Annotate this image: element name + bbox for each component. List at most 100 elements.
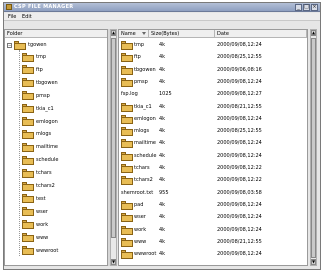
file-row[interactable]: pmsp 4k 2000/09/08,12:24: [119, 77, 307, 88]
folder-icon: [22, 104, 34, 114]
file-name: fsp.log: [121, 91, 138, 98]
file-row[interactable]: wser 4k 2000/09/08,12:24: [119, 212, 307, 223]
tree-node[interactable]: tkia_c1: [22, 103, 54, 115]
tree-node[interactable]: emlogon: [22, 116, 58, 128]
file-list-scrollbar[interactable]: ▲ ▼: [310, 29, 317, 266]
file-name: pad: [134, 201, 144, 208]
tree-scroll-up-button[interactable]: ▲: [111, 30, 116, 36]
tree-node-label: ftp: [36, 66, 43, 73]
folder-icon: [121, 151, 133, 161]
file-size: 4k: [159, 42, 166, 48]
file-date: 2000/09/08,12:24: [217, 214, 262, 221]
file-row[interactable]: tbgowen 4k 2000/09/06,08:16: [119, 65, 307, 76]
file-row[interactable]: www 4k 2000/08/21,12:55: [119, 237, 307, 248]
folder-icon: [22, 91, 34, 101]
file-date: 2000/09/08,12:24: [217, 78, 262, 85]
file-row[interactable]: schedule 4k 2000/09/08,12:24: [119, 151, 307, 162]
file-size: 4k: [159, 165, 166, 171]
file-size: 4k: [159, 78, 166, 85]
folder-icon: [22, 181, 34, 191]
close-button[interactable]: ×: [311, 4, 318, 11]
file-size: 4k: [159, 152, 166, 159]
column-header-date[interactable]: Date: [215, 30, 307, 38]
file-row[interactable]: ftp 4k 2000/08/25,12:55: [119, 52, 307, 63]
folder-icon: [121, 139, 133, 149]
file-name: tchars: [134, 165, 150, 171]
tree-node[interactable]: ftp: [22, 64, 43, 76]
tree-node[interactable]: tmp: [22, 51, 46, 63]
tree-node[interactable]: tchars2: [22, 180, 55, 192]
folder-icon: [22, 207, 34, 217]
tree-node-label: www: [36, 234, 49, 241]
tree-node[interactable]: tbgowen: [22, 77, 58, 89]
file-row[interactable]: tchars 4k 2000/09/08,12:22: [119, 163, 307, 174]
folder-icon: [22, 233, 34, 243]
file-size: 1025: [159, 91, 172, 98]
tree-scroll-thumb[interactable]: [111, 38, 116, 238]
file-row[interactable]: fsp.log 1025 2000/09/08,12:27: [119, 89, 307, 100]
file-scroll-up-button[interactable]: ▲: [311, 30, 316, 36]
tree-scroll-down-button[interactable]: ▼: [111, 259, 116, 265]
folder-icon: [121, 53, 133, 63]
tree-node[interactable]: mailtime: [22, 141, 58, 153]
file-scroll-thumb[interactable]: [311, 38, 316, 258]
menu-file[interactable]: File: [8, 14, 16, 20]
file-row[interactable]: work 4k 2000/09/08,12:24: [119, 225, 307, 236]
file-name: emlogon: [134, 115, 156, 122]
file-row[interactable]: tkia_c1 4k 2000/08/21,12:55: [119, 102, 307, 113]
file-row[interactable]: pad 4k 2000/09/08,12:24: [119, 200, 307, 211]
file-name: tkia_c1: [134, 103, 152, 110]
tree-node[interactable]: www: [22, 232, 48, 244]
title-bar[interactable]: CSP FILE MANAGER _ □ ×: [4, 3, 320, 12]
folder-icon: [121, 250, 133, 260]
file-size: 4k: [159, 54, 166, 61]
tree-node[interactable]: tchars: [22, 167, 52, 179]
folder-icon: [121, 176, 133, 186]
tree-node-root[interactable]: − tgowen: [7, 39, 47, 51]
file-date: 2000/09/06,08:16: [217, 66, 262, 73]
column-header-name-label: Name: [121, 31, 136, 37]
file-size: 4k: [159, 66, 166, 73]
file-row[interactable]: tmp 4k 2000/09/08,12:24: [119, 40, 307, 51]
folder-icon: [22, 65, 34, 75]
tree-node-label: schedule: [36, 157, 59, 164]
file-name: tchars2: [134, 177, 153, 184]
tree-node[interactable]: wser: [22, 206, 48, 218]
tree-node[interactable]: test: [22, 193, 46, 205]
folder-icon: [121, 127, 133, 137]
tree-scrollbar[interactable]: ▲ ▼: [110, 29, 117, 266]
tree-node[interactable]: mlogs: [22, 128, 51, 140]
file-size: 4k: [159, 140, 166, 147]
file-name: wser: [134, 214, 146, 221]
folder-icon: [121, 77, 133, 87]
tree-node-label: wser: [36, 208, 48, 215]
tree-node[interactable]: pmsp: [22, 90, 50, 102]
folder-icon: [22, 168, 34, 178]
file-row[interactable]: emlogon 4k 2000/09/08,12:24: [119, 114, 307, 125]
folder-icon: [121, 237, 133, 247]
file-row[interactable]: shemroot.txt 955 2000/09/08,03:58: [119, 188, 307, 199]
menu-edit[interactable]: Edit: [22, 14, 32, 20]
tree-node[interactable]: wwwroot: [22, 245, 58, 257]
app-icon: [6, 4, 12, 10]
column-header-name[interactable]: Name: [119, 30, 149, 38]
file-name: pmsp: [134, 78, 148, 85]
maximize-button[interactable]: □: [303, 4, 310, 11]
tree-node[interactable]: schedule: [22, 154, 58, 166]
file-name: tbgowen: [134, 66, 156, 73]
file-row[interactable]: mlogs 4k 2000/08/25,12:55: [119, 126, 307, 137]
file-size: 4k: [159, 238, 166, 245]
collapse-icon[interactable]: −: [7, 42, 12, 48]
column-header-size[interactable]: Size(Bytes): [149, 30, 215, 38]
tree-node-label: mlogs: [36, 131, 52, 138]
file-name: work: [134, 226, 147, 233]
tree-node[interactable]: work: [22, 219, 48, 231]
file-row[interactable]: mailtime 4k 2000/09/08,12:24: [119, 138, 307, 149]
file-scroll-down-button[interactable]: ▼: [311, 259, 316, 265]
tree-node-label: tgowen: [28, 42, 47, 48]
file-row[interactable]: wwwroot 4k 2000/09/08,12:24: [119, 249, 307, 260]
folder-tree-pane: Folder − tgowen tmp ftp tbgowen pmsp tkia_c1 em…: [4, 29, 108, 266]
file-row[interactable]: tchars2 4k 2000/09/08,12:22: [119, 175, 307, 186]
file-date: 2000/09/08,12:24: [217, 251, 262, 258]
minimize-button[interactable]: _: [295, 4, 302, 11]
